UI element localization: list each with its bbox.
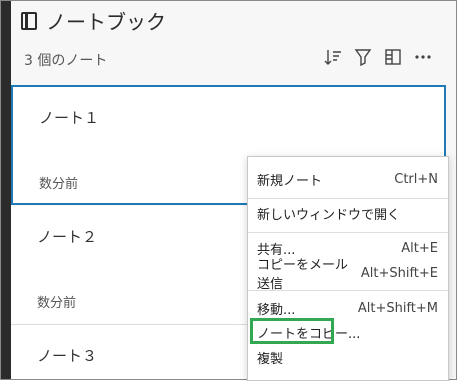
menu-item-shortcut: Alt+E bbox=[401, 240, 438, 256]
notebook-icon bbox=[20, 11, 38, 30]
menu-item-shortcut: Alt+Shift+E bbox=[360, 265, 438, 281]
menu-item-email-copy[interactable]: コピーをメール送信 Alt+Shift+E bbox=[248, 258, 448, 292]
menu-item-label: 複製 bbox=[257, 351, 284, 367]
menu-divider bbox=[248, 232, 448, 233]
note-time: 数分前 bbox=[37, 296, 77, 311]
menu-divider bbox=[248, 290, 448, 291]
note-title: ノート２ bbox=[37, 228, 98, 246]
left-strip bbox=[1, 1, 11, 379]
menu-item-label: 移動... bbox=[257, 302, 296, 318]
menu-divider bbox=[248, 198, 448, 199]
filter-icon[interactable] bbox=[354, 48, 372, 66]
menu-item-shortcut: Ctrl+N bbox=[394, 171, 438, 187]
sort-icon[interactable] bbox=[324, 48, 342, 66]
page-title: ノートブック bbox=[46, 10, 166, 34]
menu-item-new-note[interactable]: 新規ノート Ctrl+N bbox=[248, 167, 448, 191]
menu-item-label: 新しいウィンドウで開く bbox=[257, 207, 401, 223]
note-count: 3 個のノート bbox=[24, 53, 108, 69]
menu-item-label: コピーをメール送信 bbox=[257, 258, 349, 292]
note-time: 数分前 bbox=[39, 177, 79, 192]
menu-item-duplicate[interactable]: 複製 bbox=[248, 345, 448, 369]
menu-item-shortcut: Alt+Shift+M bbox=[357, 300, 438, 316]
menu-item-move[interactable]: 移動... Alt+Shift+M bbox=[248, 296, 448, 320]
more-icon[interactable] bbox=[414, 48, 432, 66]
menu-item-open-new-window[interactable]: 新しいウィンドウで開く bbox=[248, 201, 448, 225]
layout-icon[interactable] bbox=[384, 48, 402, 66]
toolbar bbox=[324, 48, 432, 66]
header: ノートブック bbox=[20, 6, 166, 35]
note-title: ノート３ bbox=[37, 347, 98, 365]
context-menu: 新規ノート Ctrl+N 新しいウィンドウで開く 共有... Alt+E コピー… bbox=[247, 156, 449, 381]
note-title: ノート１ bbox=[39, 109, 100, 127]
highlight-box bbox=[250, 318, 334, 344]
menu-item-label: 新規ノート bbox=[257, 173, 323, 189]
